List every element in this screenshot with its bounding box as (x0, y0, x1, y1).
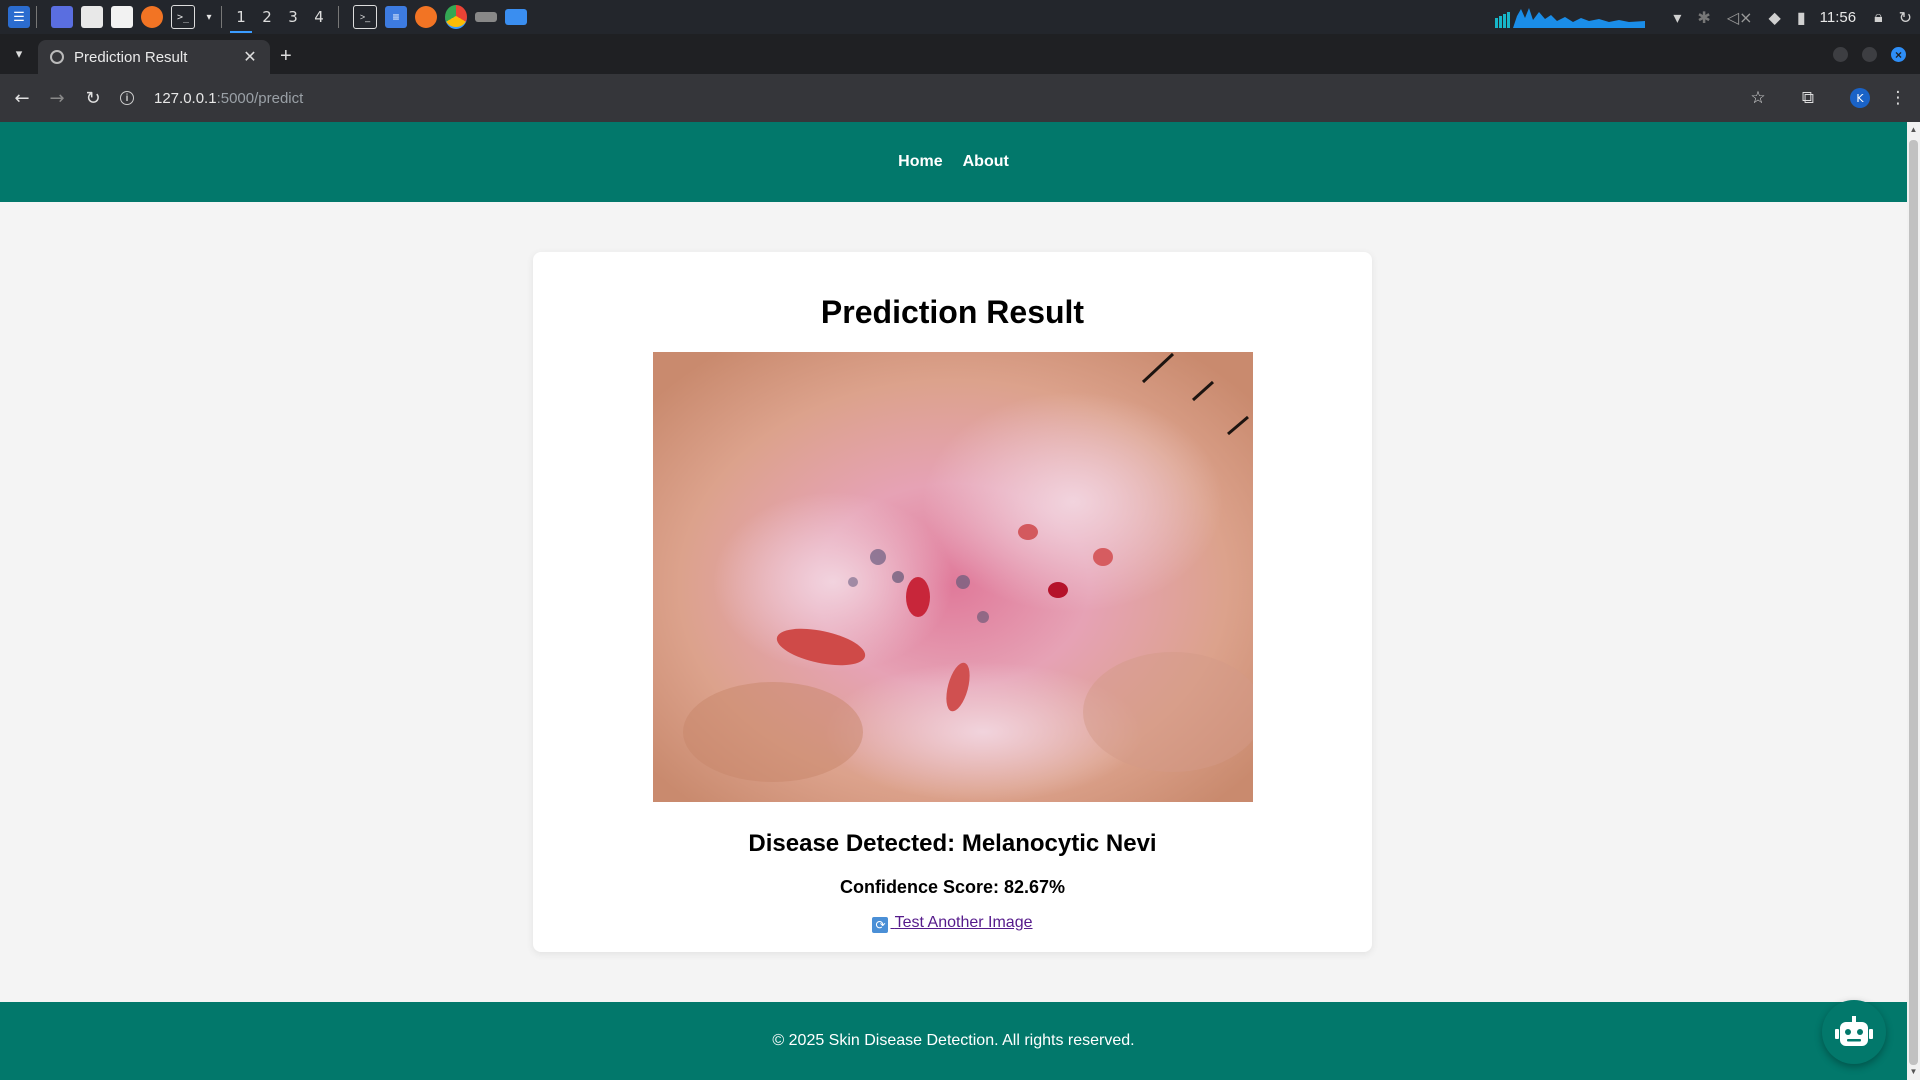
clock[interactable]: 11:56 (1820, 9, 1856, 26)
taskbar-separator (338, 6, 339, 28)
firefox-app-icon[interactable] (415, 6, 437, 28)
bluetooth-icon[interactable]: ✱ (1697, 8, 1710, 27)
back-button[interactable]: ← (10, 86, 34, 110)
site-footer: © 2025 Skin Disease Detection. All right… (0, 1002, 1907, 1080)
system-tray: ▾ ✱ ◁× ◆ ▮ 11:56 🔒︎ ↻ (1495, 0, 1920, 34)
test-another-image-link[interactable]: ⟳ Test Another Image (533, 914, 1372, 933)
maximize-button[interactable] (1862, 47, 1877, 62)
close-icon[interactable]: ✕ (240, 47, 260, 67)
network-graph-icon (1495, 8, 1646, 28)
file-manager-icon[interactable] (81, 6, 103, 28)
chrome-app-icon[interactable] (445, 5, 467, 29)
site-info-icon[interactable]: i (120, 91, 134, 105)
bookmark-star-icon[interactable]: ☆ (1746, 86, 1770, 110)
chevron-down-icon[interactable]: ▾ (203, 6, 215, 28)
scroll-up-arrow[interactable]: ▲ (1909, 125, 1918, 134)
taskbar-separator (221, 6, 222, 28)
workspace-3[interactable]: 3 (280, 0, 306, 34)
site-header: Home About (0, 122, 1907, 202)
tab-search-chevron-icon[interactable]: ▾ (8, 43, 30, 65)
tab-prediction-result[interactable]: Prediction Result ✕ (38, 40, 270, 74)
app-menu-icon[interactable]: ☰ (8, 6, 30, 28)
profile-avatar[interactable]: K (1848, 86, 1872, 110)
notification-bell-icon[interactable]: ◆ (1769, 8, 1781, 27)
media-app-icon[interactable] (475, 12, 497, 22)
workspace-1[interactable]: 1 (228, 0, 254, 34)
os-taskbar: ☰ >_ ▾ 1 2 3 4 >_ ≡ ▾ ✱ ◁× ◆ ▮ 11:56 🔒︎ … (0, 0, 1920, 34)
taskbar-separator (36, 6, 37, 28)
footer-text: © 2025 Skin Disease Detection. All right… (772, 1032, 1135, 1049)
browser-menu-icon[interactable]: ⋮ (1886, 86, 1910, 110)
nav-home-link[interactable]: Home (898, 153, 942, 171)
folder-app-icon[interactable] (505, 9, 527, 25)
clipboard-icon[interactable]: ▮ (1797, 8, 1806, 27)
wifi-icon[interactable]: ▾ (1673, 8, 1681, 27)
retry-link-label: Test Another Image (894, 914, 1033, 931)
show-desktop-icon[interactable] (51, 6, 73, 28)
extensions-icon[interactable]: ⧉ (1796, 86, 1820, 110)
page-viewport: Home About Prediction Result Disease Det… (0, 122, 1907, 1080)
result-card: Prediction Result Disease Detected: Mela… (533, 252, 1372, 952)
scroll-down-arrow[interactable]: ▼ (1909, 1067, 1918, 1076)
page-scrollbar[interactable]: ▲ ▼ (1907, 122, 1920, 1080)
lock-icon[interactable]: 🔒︎ (1874, 7, 1883, 27)
workspace-4[interactable]: 4 (306, 0, 332, 34)
uploaded-skin-image (653, 352, 1253, 802)
reload-button[interactable]: ↻ (81, 86, 105, 110)
new-tab-button[interactable]: + (280, 46, 292, 66)
chatbot-button[interactable] (1822, 1000, 1886, 1064)
power-icon[interactable]: ↻ (1899, 8, 1912, 27)
minimize-button[interactable] (1833, 47, 1848, 62)
scroll-thumb[interactable] (1909, 140, 1918, 1065)
volume-muted-icon[interactable]: ◁× (1727, 8, 1753, 27)
robot-icon (1835, 1016, 1873, 1046)
page-title: Prediction Result (820, 294, 1085, 330)
terminal-app-icon[interactable]: >_ (353, 5, 377, 29)
avatar: K (1850, 88, 1870, 108)
address-bar[interactable]: i 127.0.0.1:5000/predict (120, 82, 1760, 114)
firefox-icon[interactable] (141, 6, 163, 28)
browser-tab-strip: ▾ Prediction Result ✕ + × (0, 34, 1920, 74)
forward-button[interactable]: → (45, 86, 69, 110)
confidence-score: Confidence Score: 82.67% (839, 877, 1066, 897)
disease-result: Disease Detected: Melanocytic Nevi (748, 830, 1157, 857)
text-editor-icon[interactable] (111, 6, 133, 28)
nav-about-link[interactable]: About (963, 153, 1009, 171)
globe-icon (50, 50, 64, 64)
tab-title: Prediction Result (74, 48, 188, 66)
url-text[interactable]: 127.0.0.1:5000/predict (154, 90, 303, 107)
browser-toolbar: ← → ↻ i 127.0.0.1:5000/predict ☆ ⧉ K ⋮ (0, 74, 1920, 122)
workspace-2[interactable]: 2 (254, 0, 280, 34)
terminal-icon[interactable]: >_ (171, 5, 195, 29)
refresh-icon: ⟳ (872, 917, 889, 933)
window-close-button[interactable]: × (1891, 47, 1906, 62)
document-app-icon[interactable]: ≡ (385, 6, 407, 28)
